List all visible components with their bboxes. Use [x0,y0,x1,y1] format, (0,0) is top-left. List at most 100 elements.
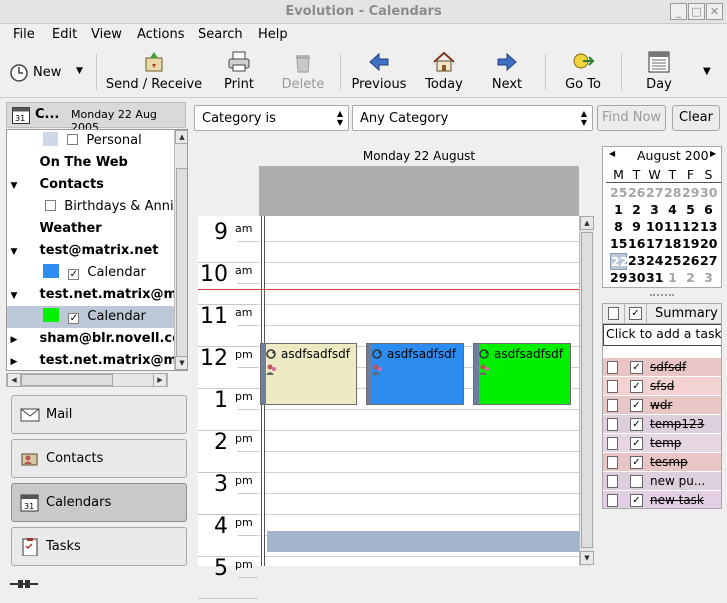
mini-calendar-day-selected[interactable]: 22 [610,253,628,270]
filter-field-combo[interactable]: Category is ▲ ▼ [194,105,349,131]
checkbox[interactable] [45,200,57,211]
maximize-button[interactable]: □ [688,3,705,20]
task-checkbox[interactable] [630,475,643,488]
mini-calendar-day[interactable]: 3 [646,202,663,217]
task-checkbox-checked[interactable]: ✓ [630,494,643,507]
task-checkbox-checked[interactable]: ✓ [630,399,643,412]
mini-calendar-day[interactable]: 16 [628,236,645,251]
task-checkbox-checked[interactable]: ✓ [630,437,643,450]
mini-calendar-day[interactable]: 3 [700,270,717,285]
task-row[interactable]: ✓ temp [603,434,721,453]
mini-calendar-day[interactable]: 24 [646,253,663,268]
tree-group-test-matrix[interactable]: ▼ test@matrix.net [7,240,175,262]
close-button[interactable]: ✕ [706,3,723,20]
tree-group-test-net-matrix-2[interactable]: ▶ test.net.matrix@matri [7,350,175,370]
summary-column-header[interactable]: Summary [655,306,718,321]
checkbox-checked[interactable]: ✓ [68,313,80,324]
nav-mail-button[interactable]: Mail [11,395,187,434]
tree-item-calendar-blue[interactable]: ✓ Calendar [7,262,175,284]
tree-group-test-net-matrix[interactable]: ▼ test.net.matrix@matri [7,284,175,306]
task-checkbox-checked[interactable]: ✓ [630,456,643,469]
mini-calendar-day[interactable]: 8 [610,219,627,234]
expander-closed-icon[interactable]: ▶ [7,351,21,370]
scroll-up-icon[interactable]: ▲ [175,130,187,144]
next-month-icon[interactable]: ▶ [710,149,716,158]
tree-group-on-the-web[interactable]: On The Web [7,152,175,174]
task-checkbox-checked[interactable]: ✓ [630,380,643,393]
task-row[interactable]: ✓ wdr [603,396,721,415]
mini-calendar-day[interactable]: 18 [664,236,681,251]
mini-calendar-day[interactable]: 25 [610,185,627,200]
print-button[interactable]: Print [217,50,261,92]
mini-calendar-day[interactable]: 9 [628,219,645,234]
task-row[interactable]: ✓ sdfsdf [603,358,721,377]
mini-calendar-day[interactable]: 26 [682,253,699,268]
task-row[interactable]: new pu... [603,472,721,491]
selected-time-slot[interactable] [267,531,579,552]
event-card[interactable]: asdfsadfsdf [260,343,357,405]
scroll-left-icon[interactable]: ◀ [7,373,21,387]
task-checkbox-checked[interactable]: ✓ [630,361,643,374]
mini-calendar-day[interactable]: 4 [664,202,681,217]
task-row[interactable]: ✓ new task [603,491,721,508]
expander-open-icon[interactable]: ▼ [7,285,21,306]
find-now-button[interactable]: Find Now [597,105,666,131]
day-view-button[interactable]: Day [636,50,682,92]
add-task-input[interactable]: Click to add a task [603,324,721,346]
next-button[interactable]: Next [487,50,527,92]
delete-button[interactable]: Delete [279,50,327,92]
all-day-events-area[interactable] [259,166,579,216]
mini-calendar-day[interactable]: 27 [646,185,663,200]
mini-calendar-day[interactable]: 12 [682,219,699,234]
tree-vertical-scrollbar[interactable]: ▲ ▼ [174,130,187,370]
new-button[interactable]: New ▼ [9,63,91,83]
day-view-scrollbar[interactable]: ▲ ▼ [579,216,594,566]
expander-open-icon[interactable]: ▼ [7,241,21,262]
scrollbar-thumb[interactable] [21,374,113,386]
event-card[interactable]: asdfsadfsdf [366,343,464,405]
scrollbar-thumb[interactable] [176,168,187,358]
mini-calendar-day[interactable]: 17 [646,236,663,251]
mini-calendar-day[interactable]: 26 [628,185,645,200]
online-status-icon[interactable] [8,577,40,591]
task-row[interactable]: ✓ sfsd [603,377,721,396]
previous-month-icon[interactable]: ◀ [609,149,615,158]
mini-calendar-day[interactable]: 25 [664,253,681,268]
mini-calendar-day[interactable]: 5 [682,202,699,217]
task-row[interactable]: ✓ temp123 [603,415,721,434]
mini-calendar-day[interactable]: 29 [682,185,699,200]
expander-open-icon[interactable]: ▼ [7,175,21,196]
mini-calendar-day[interactable]: 20 [700,236,717,251]
mini-calendar-day[interactable]: 6 [700,202,717,217]
task-checkbox-checked[interactable]: ✓ [630,418,643,431]
today-button[interactable]: Today [421,50,467,92]
menu-view[interactable]: View [91,27,122,42]
clear-button[interactable]: Clear [672,105,720,131]
mini-calendar-day[interactable]: 1 [664,270,681,285]
tree-group-weather[interactable]: Weather [7,218,175,240]
send-receive-button[interactable]: Send / Receive [104,50,204,92]
nav-contacts-button[interactable]: Contacts [11,439,187,478]
minimize-button[interactable]: _ [670,3,687,20]
nav-calendars-button[interactable]: 31 Calendars [11,483,187,522]
checkbox[interactable] [67,134,79,145]
scroll-down-icon[interactable]: ▼ [580,551,594,565]
mini-calendar-day[interactable]: 30 [628,270,645,285]
new-dropdown-icon[interactable]: ▼ [76,66,83,76]
scroll-up-icon[interactable]: ▲ [580,216,594,230]
mini-calendar-day[interactable]: 28 [664,185,681,200]
menu-file[interactable]: File [13,27,35,42]
tree-item-calendar-green[interactable]: ✓ Calendar [7,306,175,328]
tree-item-personal[interactable]: Personal [7,130,175,152]
scrollbar-thumb[interactable] [581,232,593,548]
mini-calendar-day[interactable]: 29 [610,270,627,285]
expander-closed-icon[interactable]: ▶ [7,329,21,350]
menu-help[interactable]: Help [258,27,288,42]
go-to-button[interactable]: Go To [560,50,606,92]
task-type-column-header[interactable] [603,304,625,324]
mini-calendar-day[interactable]: 19 [682,236,699,251]
previous-button[interactable]: Previous [348,50,410,92]
mini-calendar-day[interactable]: 2 [682,270,699,285]
mini-calendar-day[interactable]: 10 [646,219,663,234]
mini-calendar-day[interactable]: 15 [610,236,627,251]
